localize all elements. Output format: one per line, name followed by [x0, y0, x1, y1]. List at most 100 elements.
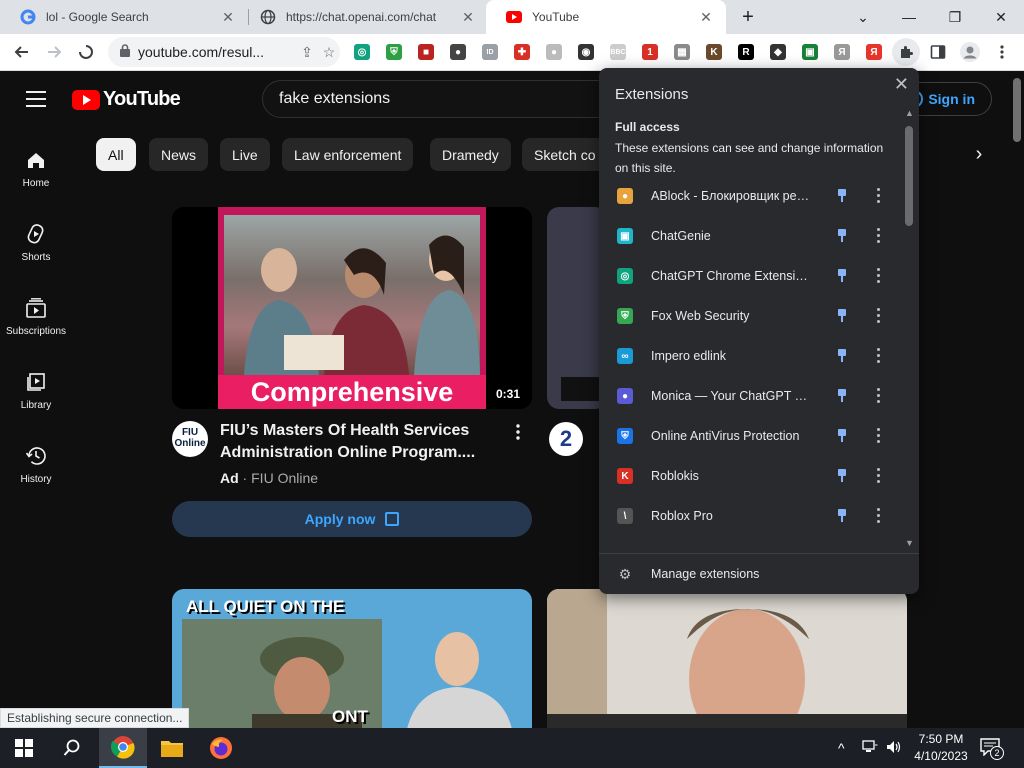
system-clock[interactable]: 7:50 PM 4/10/2023	[910, 731, 972, 765]
more-options-icon[interactable]	[877, 468, 881, 484]
extension-row[interactable]: K Roblokis	[599, 456, 904, 496]
start-button[interactable]	[0, 728, 48, 768]
network-icon[interactable]	[862, 740, 878, 757]
bookmark-star-icon[interactable]: ☆	[318, 44, 340, 61]
back-button[interactable]	[8, 38, 36, 66]
youtube-logo[interactable]: YouTube	[72, 88, 181, 111]
chevron-right-icon[interactable]: ›	[966, 143, 992, 167]
scrollbar-thumb[interactable]	[905, 126, 913, 226]
minimize-button[interactable]: —	[886, 0, 932, 34]
close-tab-icon[interactable]: ✕	[218, 9, 238, 26]
chip-law-enforcement[interactable]: Law enforcement	[282, 138, 414, 171]
more-options-icon[interactable]	[877, 268, 881, 284]
stop-loading-button[interactable]	[72, 38, 100, 66]
chrome-menu-button[interactable]	[988, 38, 1016, 66]
video-menu-icon[interactable]	[516, 424, 530, 442]
chip-sketch-comedy[interactable]: Sketch co	[522, 138, 604, 171]
k-brown-extension-icon[interactable]: K	[706, 44, 722, 60]
chip-dramedy[interactable]: Dramedy	[430, 138, 511, 171]
roblox-red-extension-icon[interactable]: ■	[418, 44, 434, 60]
volume-icon[interactable]	[886, 740, 902, 757]
more-options-icon[interactable]	[877, 388, 881, 404]
taskbar-search-button[interactable]	[48, 728, 96, 768]
tab-youtube[interactable]: YouTube ✕	[486, 0, 726, 34]
taskbar-file-explorer[interactable]	[148, 728, 196, 768]
video-thumbnail[interactable]	[547, 207, 607, 409]
hamburger-menu-icon[interactable]	[26, 91, 46, 107]
chip-all[interactable]: All	[96, 138, 136, 171]
extension-row[interactable]: ● Monica — Your ChatGPT Co...	[599, 376, 904, 416]
grey-disc-extension-icon[interactable]: ●	[546, 44, 562, 60]
taskbar-chrome[interactable]	[99, 728, 147, 768]
badge-1-extension-icon[interactable]: 1	[642, 44, 658, 60]
video-thumbnail[interactable]	[547, 589, 907, 728]
scrollbar-thumb[interactable]	[1013, 78, 1021, 142]
scroll-down-icon[interactable]: ▼	[905, 538, 914, 548]
search-input[interactable]: fake extensions	[262, 80, 642, 118]
rail-item-history[interactable]: History	[0, 444, 72, 485]
hat-extension-icon[interactable]: ●	[450, 44, 466, 60]
close-window-button[interactable]: ✕	[978, 0, 1024, 34]
channel-name[interactable]: FIU Online	[251, 470, 318, 486]
extensions-puzzle-button[interactable]	[892, 38, 920, 66]
extension-row[interactable]: ⛨ Online AntiVirus Protection	[599, 416, 904, 456]
eye-extension-icon[interactable]: ◉	[578, 44, 594, 60]
apply-now-button[interactable]: Apply now	[172, 501, 532, 537]
extension-row[interactable]: ∞ Impero edlink	[599, 336, 904, 376]
green-sheet-extension-icon[interactable]: ▣	[802, 44, 818, 60]
more-options-icon[interactable]	[877, 508, 881, 524]
ya-extension-icon[interactable]: Я	[834, 44, 850, 60]
side-panel-button[interactable]	[924, 38, 952, 66]
share-icon[interactable]: ⇪	[296, 44, 318, 61]
rail-item-shorts[interactable]: Shorts	[0, 222, 72, 263]
taskbar-firefox[interactable]	[197, 728, 245, 768]
video-thumbnail[interactable]: ALL QUIET ON THE ONT	[172, 589, 532, 728]
chip-live[interactable]: Live	[220, 138, 270, 171]
address-bar[interactable]: youtube.com/resul... ⇪ ☆	[108, 37, 340, 67]
maximize-button[interactable]: ❐	[932, 0, 978, 34]
pin-icon[interactable]	[837, 509, 847, 523]
profile-button[interactable]	[956, 38, 984, 66]
pin-icon[interactable]	[837, 429, 847, 443]
pin-icon[interactable]	[837, 189, 847, 203]
manage-extensions-row[interactable]: ⚙ Manage extensions	[599, 553, 919, 594]
extension-row[interactable]: ● ABlock - Блокировщик рек...	[599, 176, 904, 216]
page-scrollbar[interactable]	[1010, 72, 1024, 728]
pin-icon[interactable]	[837, 229, 847, 243]
pin-icon[interactable]	[837, 389, 847, 403]
grid-img-extension-icon[interactable]: ▦	[674, 44, 690, 60]
more-options-icon[interactable]	[877, 348, 881, 364]
id-extension-icon[interactable]: ID	[482, 44, 498, 60]
video-title[interactable]: FIU’s Masters Of Health Services Adminis…	[220, 420, 500, 464]
more-options-icon[interactable]	[877, 228, 881, 244]
video-thumbnail[interactable]: Comprehensive 0:31	[172, 207, 532, 409]
more-options-icon[interactable]	[877, 308, 881, 324]
extension-row[interactable]: \ Roblox Pro	[599, 496, 904, 536]
show-hidden-icons-chevron[interactable]: ^	[838, 740, 845, 756]
r-black-extension-icon[interactable]: R	[738, 44, 754, 60]
bbc-extension-icon[interactable]: BBC	[610, 44, 626, 60]
pin-icon[interactable]	[837, 469, 847, 483]
channel-avatar[interactable]: FIU Online	[172, 421, 208, 457]
chip-news[interactable]: News	[149, 138, 209, 171]
extension-row[interactable]: ⛨ Fox Web Security	[599, 296, 904, 336]
popup-scrollbar[interactable]: ▲ ▼	[903, 108, 915, 548]
more-options-icon[interactable]	[877, 428, 881, 444]
pin-icon[interactable]	[837, 269, 847, 283]
rail-item-subscriptions[interactable]: Subscriptions	[0, 296, 72, 337]
cat-extension-icon[interactable]: ◆	[770, 44, 786, 60]
rail-item-library[interactable]: Library	[0, 370, 72, 411]
extension-row[interactable]: ▣ ChatGenie	[599, 216, 904, 256]
fox-security-extension-icon[interactable]: ⛨	[386, 44, 402, 60]
chatgpt-ext-extension-icon[interactable]: ◎	[354, 44, 370, 60]
more-options-icon[interactable]	[877, 188, 881, 204]
channel-avatar[interactable]: 2	[549, 422, 583, 456]
scroll-up-icon[interactable]: ▲	[905, 108, 914, 118]
yandex-red-extension-icon[interactable]: Я	[866, 44, 882, 60]
close-tab-icon[interactable]: ✕	[696, 9, 716, 26]
tab-search-button[interactable]: ⌄	[840, 0, 886, 34]
pin-icon[interactable]	[837, 309, 847, 323]
rail-item-home[interactable]: Home	[0, 148, 72, 189]
close-icon[interactable]: ✕	[894, 74, 909, 95]
notifications-button[interactable]: 2	[980, 738, 1004, 760]
